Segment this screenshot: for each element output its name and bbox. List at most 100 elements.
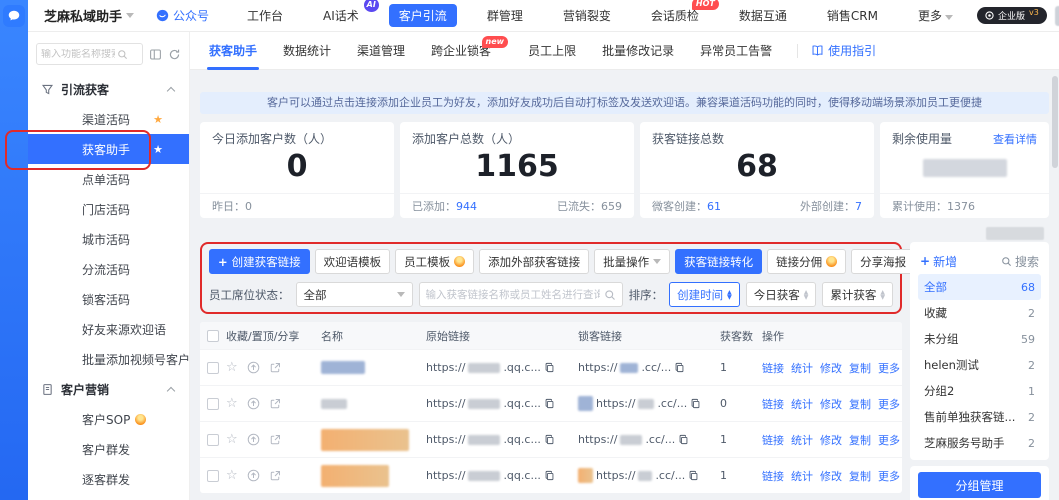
star-icon[interactable]: ★ bbox=[153, 144, 163, 155]
welcome-template-button[interactable]: 欢迎语模板 bbox=[315, 249, 391, 274]
tab-cross-enterprise-lock[interactable]: 跨企业锁客new bbox=[429, 32, 493, 70]
link-search-input[interactable] bbox=[426, 289, 600, 301]
group-item-favorites[interactable]: 收藏2 bbox=[918, 300, 1041, 326]
action-copy[interactable]: 复制 bbox=[849, 432, 871, 448]
row-checkbox[interactable] bbox=[207, 398, 219, 410]
nav-data-interchange[interactable]: 数据互通 bbox=[729, 4, 797, 27]
refresh-icon[interactable] bbox=[168, 48, 181, 61]
action-copy[interactable]: 复制 bbox=[849, 360, 871, 376]
tab-data-statistics[interactable]: 数据统计 bbox=[281, 32, 333, 70]
action-stats[interactable]: 统计 bbox=[791, 360, 813, 376]
sidebar-item-batch-video-account[interactable]: 批量添加视频号客户 bbox=[28, 344, 189, 374]
user-avatar[interactable] bbox=[1055, 6, 1059, 26]
action-more[interactable]: 更多 bbox=[878, 432, 900, 448]
sort-create-time[interactable]: 创建时间▲▼ bbox=[669, 282, 740, 307]
usage-guide-link[interactable]: 使用指引 bbox=[811, 42, 876, 59]
share-icon[interactable] bbox=[269, 362, 281, 374]
brand-caret-icon[interactable] bbox=[126, 13, 134, 18]
copy-icon[interactable] bbox=[674, 362, 685, 373]
panel-layout-icon[interactable] bbox=[149, 48, 162, 61]
action-more[interactable]: 更多 bbox=[878, 468, 900, 484]
share-icon[interactable] bbox=[269, 470, 281, 482]
action-stats[interactable]: 统计 bbox=[791, 468, 813, 484]
action-link[interactable]: 链接 bbox=[762, 360, 784, 376]
batch-operation-button[interactable]: 批量操作 bbox=[594, 249, 670, 274]
sidebar-item-city-code[interactable]: 城市活码 bbox=[28, 224, 189, 254]
sidebar-section-marketing[interactable]: 客户营销 bbox=[28, 374, 189, 404]
copy-icon[interactable] bbox=[544, 362, 555, 373]
scrollbar[interactable] bbox=[1052, 76, 1058, 168]
group-search-button[interactable]: 搜索 bbox=[1001, 253, 1039, 270]
pin-top-icon[interactable] bbox=[247, 397, 260, 410]
search-icon[interactable] bbox=[604, 289, 616, 301]
star-icon[interactable]: ☆ bbox=[226, 397, 238, 410]
nav-customer-acquisition[interactable]: 客户引流 bbox=[389, 4, 457, 27]
create-link-button[interactable]: +创建获客链接 bbox=[209, 249, 310, 274]
group-item-ungrouped[interactable]: 未分组59 bbox=[918, 326, 1041, 352]
sidebar-item-customer-mass-send[interactable]: 客户群发 bbox=[28, 434, 189, 464]
nav-ai-script[interactable]: AI话术AI bbox=[313, 4, 369, 27]
star-icon[interactable]: ☆ bbox=[226, 469, 238, 482]
seat-status-select[interactable]: 全部 bbox=[296, 282, 413, 307]
copy-icon[interactable] bbox=[544, 470, 555, 481]
link-conversion-button[interactable]: 获客链接转化 bbox=[675, 249, 762, 274]
row-checkbox[interactable] bbox=[207, 470, 219, 482]
add-group-button[interactable]: +新增 bbox=[920, 253, 957, 270]
action-copy[interactable]: 复制 bbox=[849, 396, 871, 412]
sort-total-acquired[interactable]: 累计获客▲▼ bbox=[822, 282, 893, 307]
action-link[interactable]: 链接 bbox=[762, 396, 784, 412]
sidebar-item-lock-code[interactable]: 锁客活码 bbox=[28, 284, 189, 314]
row-checkbox[interactable] bbox=[207, 362, 219, 374]
sidebar-item-order-code[interactable]: 点单活码 bbox=[28, 164, 189, 194]
nav-workbench[interactable]: 工作台 bbox=[237, 4, 293, 27]
sidebar-item-friend-source-welcome[interactable]: 好友来源欢迎语 bbox=[28, 314, 189, 344]
sidebar-item-chase-mass-send[interactable]: 逐客群发 bbox=[28, 464, 189, 494]
share-icon[interactable] bbox=[269, 434, 281, 446]
action-link[interactable]: 链接 bbox=[762, 432, 784, 448]
action-edit[interactable]: 修改 bbox=[820, 432, 842, 448]
sidebar-item-store-code[interactable]: 门店活码 bbox=[28, 194, 189, 224]
nav-group-management[interactable]: 群管理 bbox=[477, 4, 533, 27]
sidebar-item-split-code[interactable]: 分流活码 bbox=[28, 254, 189, 284]
copy-icon[interactable] bbox=[544, 434, 555, 445]
select-all-checkbox[interactable] bbox=[207, 330, 219, 342]
nav-marketing-fission[interactable]: 营销裂变 bbox=[553, 4, 621, 27]
copy-icon[interactable] bbox=[678, 434, 689, 445]
copy-icon[interactable] bbox=[690, 398, 701, 409]
group-item-presales[interactable]: 售前单独获客链...2 bbox=[918, 404, 1041, 430]
copy-icon[interactable] bbox=[544, 398, 555, 409]
action-stats[interactable]: 统计 bbox=[791, 432, 813, 448]
sidebar-search-input[interactable] bbox=[41, 49, 115, 60]
action-edit[interactable]: 修改 bbox=[820, 360, 842, 376]
sidebar-section-acquisition[interactable]: 引流获客 bbox=[28, 74, 189, 104]
tab-channel-management[interactable]: 渠道管理 bbox=[355, 32, 407, 70]
nav-sales-crm[interactable]: 销售CRM bbox=[817, 4, 888, 27]
sort-today-acquired[interactable]: 今日获客▲▼ bbox=[746, 282, 817, 307]
sidebar-item-customer-sop[interactable]: 客户SOP bbox=[28, 404, 189, 434]
row-checkbox[interactable] bbox=[207, 434, 219, 446]
star-icon[interactable]: ☆ bbox=[226, 433, 238, 446]
nav-chat-inspection[interactable]: 会话质检HOT bbox=[641, 4, 709, 27]
action-stats[interactable]: 统计 bbox=[791, 396, 813, 412]
nav-more[interactable]: 更多 bbox=[908, 4, 967, 27]
tab-staff-limit[interactable]: 员工上限 bbox=[526, 32, 578, 70]
action-more[interactable]: 更多 bbox=[878, 360, 900, 376]
pin-top-icon[interactable] bbox=[247, 433, 260, 446]
tab-acquisition-assistant[interactable]: 获客助手 bbox=[207, 32, 259, 70]
action-more[interactable]: 更多 bbox=[878, 396, 900, 412]
view-details-link[interactable]: 查看详情 bbox=[993, 131, 1037, 147]
group-item-helen-test[interactable]: helen测试2 bbox=[918, 352, 1041, 378]
share-icon[interactable] bbox=[269, 398, 281, 410]
star-icon[interactable]: ★ bbox=[153, 114, 163, 125]
sidebar-item-acquisition-assistant[interactable]: 获客助手★ bbox=[28, 134, 189, 164]
official-account-link[interactable]: 公众号 bbox=[156, 7, 209, 24]
tab-abnormal-staff-alert[interactable]: 异常员工告警 bbox=[698, 32, 774, 70]
star-icon[interactable]: ☆ bbox=[226, 361, 238, 374]
version-badge[interactable]: 企业版 v3 bbox=[977, 7, 1047, 24]
action-edit[interactable]: 修改 bbox=[820, 396, 842, 412]
group-item-group2[interactable]: 分组21 bbox=[918, 378, 1041, 404]
added-count-link[interactable]: 944 bbox=[456, 200, 477, 213]
app-logo-icon[interactable] bbox=[3, 5, 25, 27]
group-item-service-assistant[interactable]: 芝麻服务号助手2 bbox=[918, 430, 1041, 456]
group-item-all[interactable]: 全部68 bbox=[918, 274, 1041, 300]
